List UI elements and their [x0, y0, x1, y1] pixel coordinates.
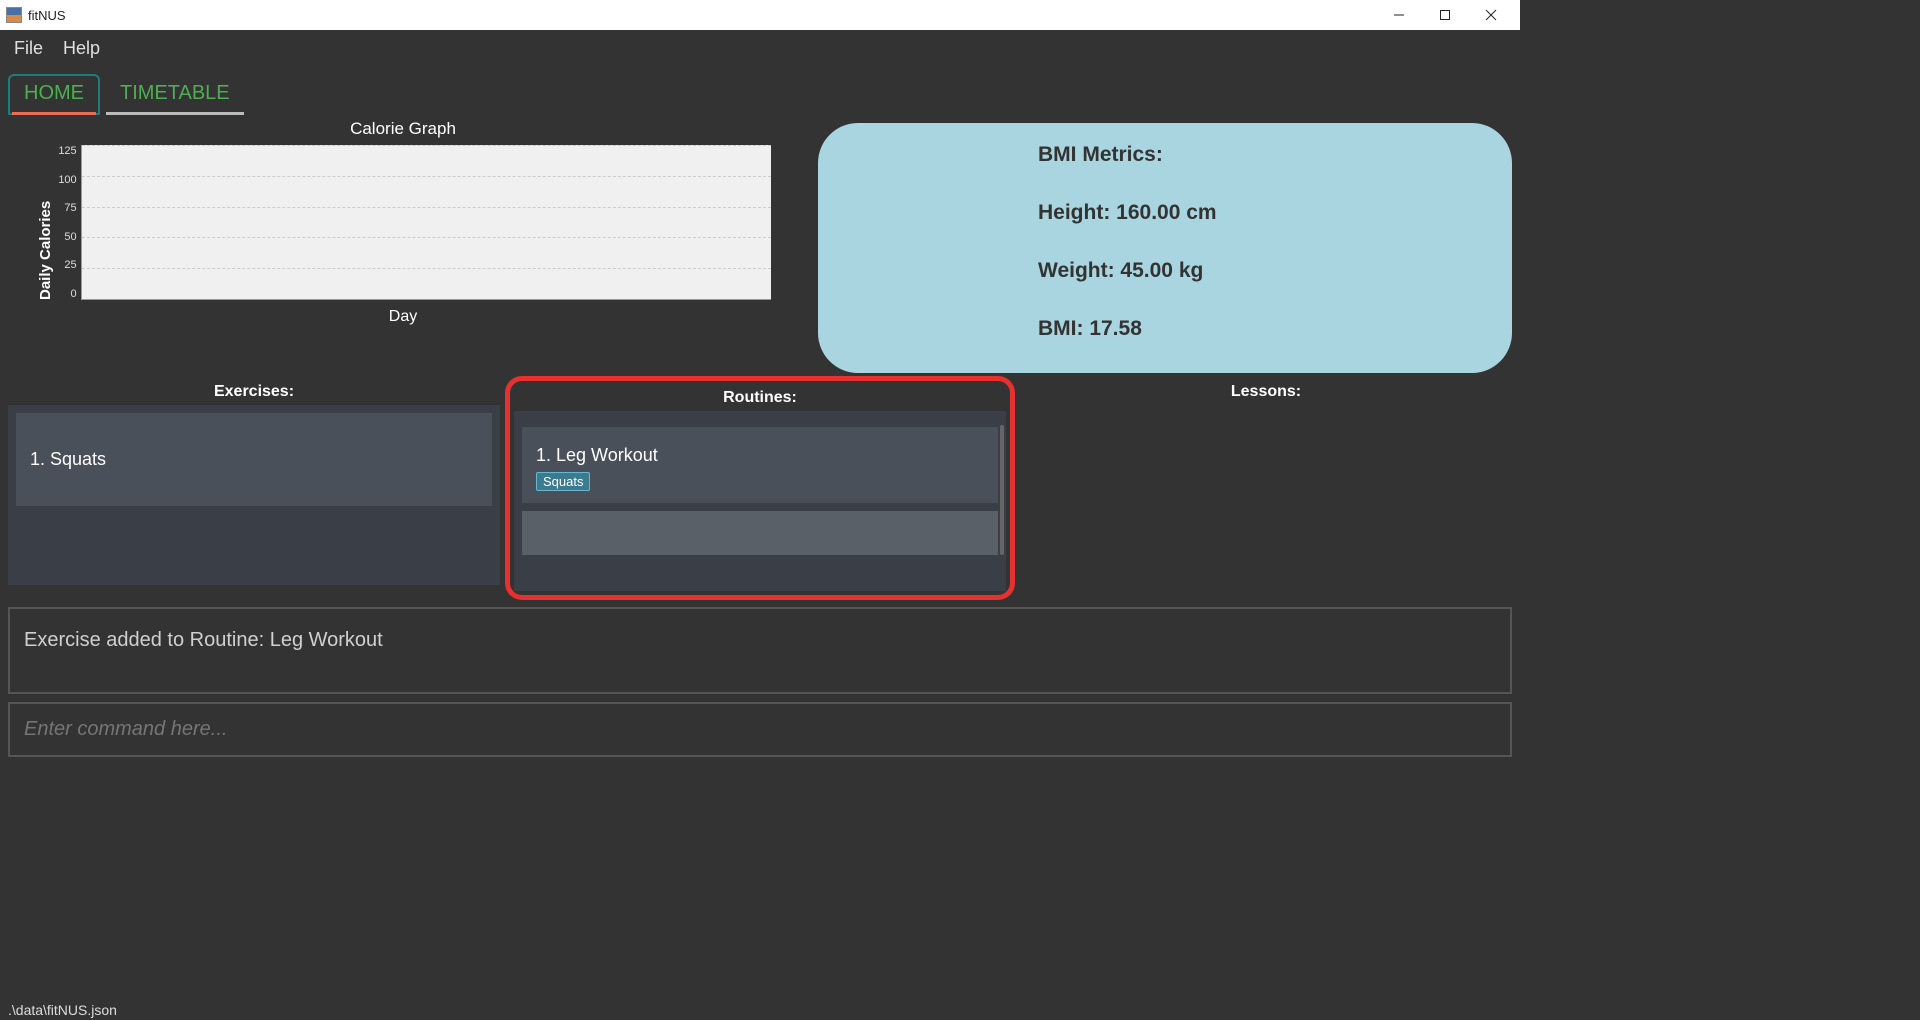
tabbar: HOME TIMETABLE	[0, 66, 1520, 115]
ytick: 50	[64, 231, 76, 243]
bmi-metrics-card: BMI Metrics: Height: 160.00 cm Weight: 4…	[818, 123, 1512, 373]
bmi-header: BMI Metrics:	[1038, 143, 1482, 167]
lessons-header: Lessons:	[1020, 379, 1512, 405]
command-input[interactable]	[24, 718, 1496, 741]
tab-active-underline	[12, 112, 96, 115]
scrollbar[interactable]	[1000, 425, 1004, 555]
minimize-button[interactable]	[1376, 0, 1422, 30]
command-box	[8, 702, 1512, 757]
exercises-column: Exercises: 1. Squats	[8, 379, 500, 597]
menu-help[interactable]: Help	[63, 38, 100, 59]
app-icon	[6, 7, 22, 23]
window-title: fitNUS	[28, 8, 66, 23]
chart-xlabel: Day	[389, 308, 417, 326]
menubar: File Help	[0, 30, 1520, 66]
routines-column: Routines: 1. Leg Workout Squats	[508, 379, 1012, 597]
tab-timetable-label: TIMETABLE	[120, 82, 230, 104]
ytick: 125	[58, 145, 76, 157]
chart-title: Calorie Graph	[350, 119, 456, 139]
routine-item[interactable]: 1. Leg Workout Squats	[522, 427, 998, 503]
tab-home[interactable]: HOME	[8, 74, 100, 115]
bmi-weight: Weight: 45.00 kg	[1038, 259, 1482, 283]
lessons-column: Lessons:	[1020, 379, 1512, 597]
chart-ylabel: Daily Calories	[35, 145, 54, 300]
routine-empty-slot	[522, 511, 998, 555]
bmi-value: BMI: 17.58	[1038, 317, 1482, 341]
routine-tag: Squats	[536, 472, 590, 491]
bmi-height: Height: 160.00 cm	[1038, 201, 1482, 225]
exercises-list: 1. Squats	[8, 405, 500, 585]
window-controls	[1376, 0, 1514, 30]
routines-header: Routines:	[514, 385, 1006, 411]
chart-plot-area	[81, 145, 771, 300]
result-message: Exercise added to Routine: Leg Workout	[8, 607, 1512, 694]
routines-list: 1. Leg Workout Squats	[514, 411, 1006, 591]
ytick: 25	[64, 259, 76, 271]
ytick: 100	[58, 174, 76, 186]
window-titlebar: fitNUS	[0, 0, 1520, 30]
close-button[interactable]	[1468, 0, 1514, 30]
statusbar-path: .\data\fitNUS.json	[8, 1002, 117, 1018]
lessons-list	[1020, 405, 1512, 585]
exercise-label: 1. Squats	[30, 449, 106, 469]
chart-yticks: 125 100 75 50 25 0	[54, 145, 80, 300]
exercise-item[interactable]: 1. Squats	[16, 413, 492, 506]
menu-file[interactable]: File	[14, 38, 43, 59]
routine-title: 1. Leg Workout	[536, 445, 984, 466]
maximize-button[interactable]	[1422, 0, 1468, 30]
ytick: 0	[71, 288, 77, 300]
exercises-header: Exercises:	[8, 379, 500, 405]
tab-timetable[interactable]: TIMETABLE	[104, 74, 246, 115]
ytick: 75	[64, 202, 76, 214]
tab-inactive-underline	[106, 112, 244, 115]
statusbar: .\data\fitNUS.json	[0, 1000, 1920, 1020]
tab-home-label: HOME	[24, 82, 84, 104]
result-message-text: Exercise added to Routine: Leg Workout	[24, 629, 383, 651]
calorie-chart: Calorie Graph Daily Calories 125 100 75 …	[8, 119, 798, 326]
